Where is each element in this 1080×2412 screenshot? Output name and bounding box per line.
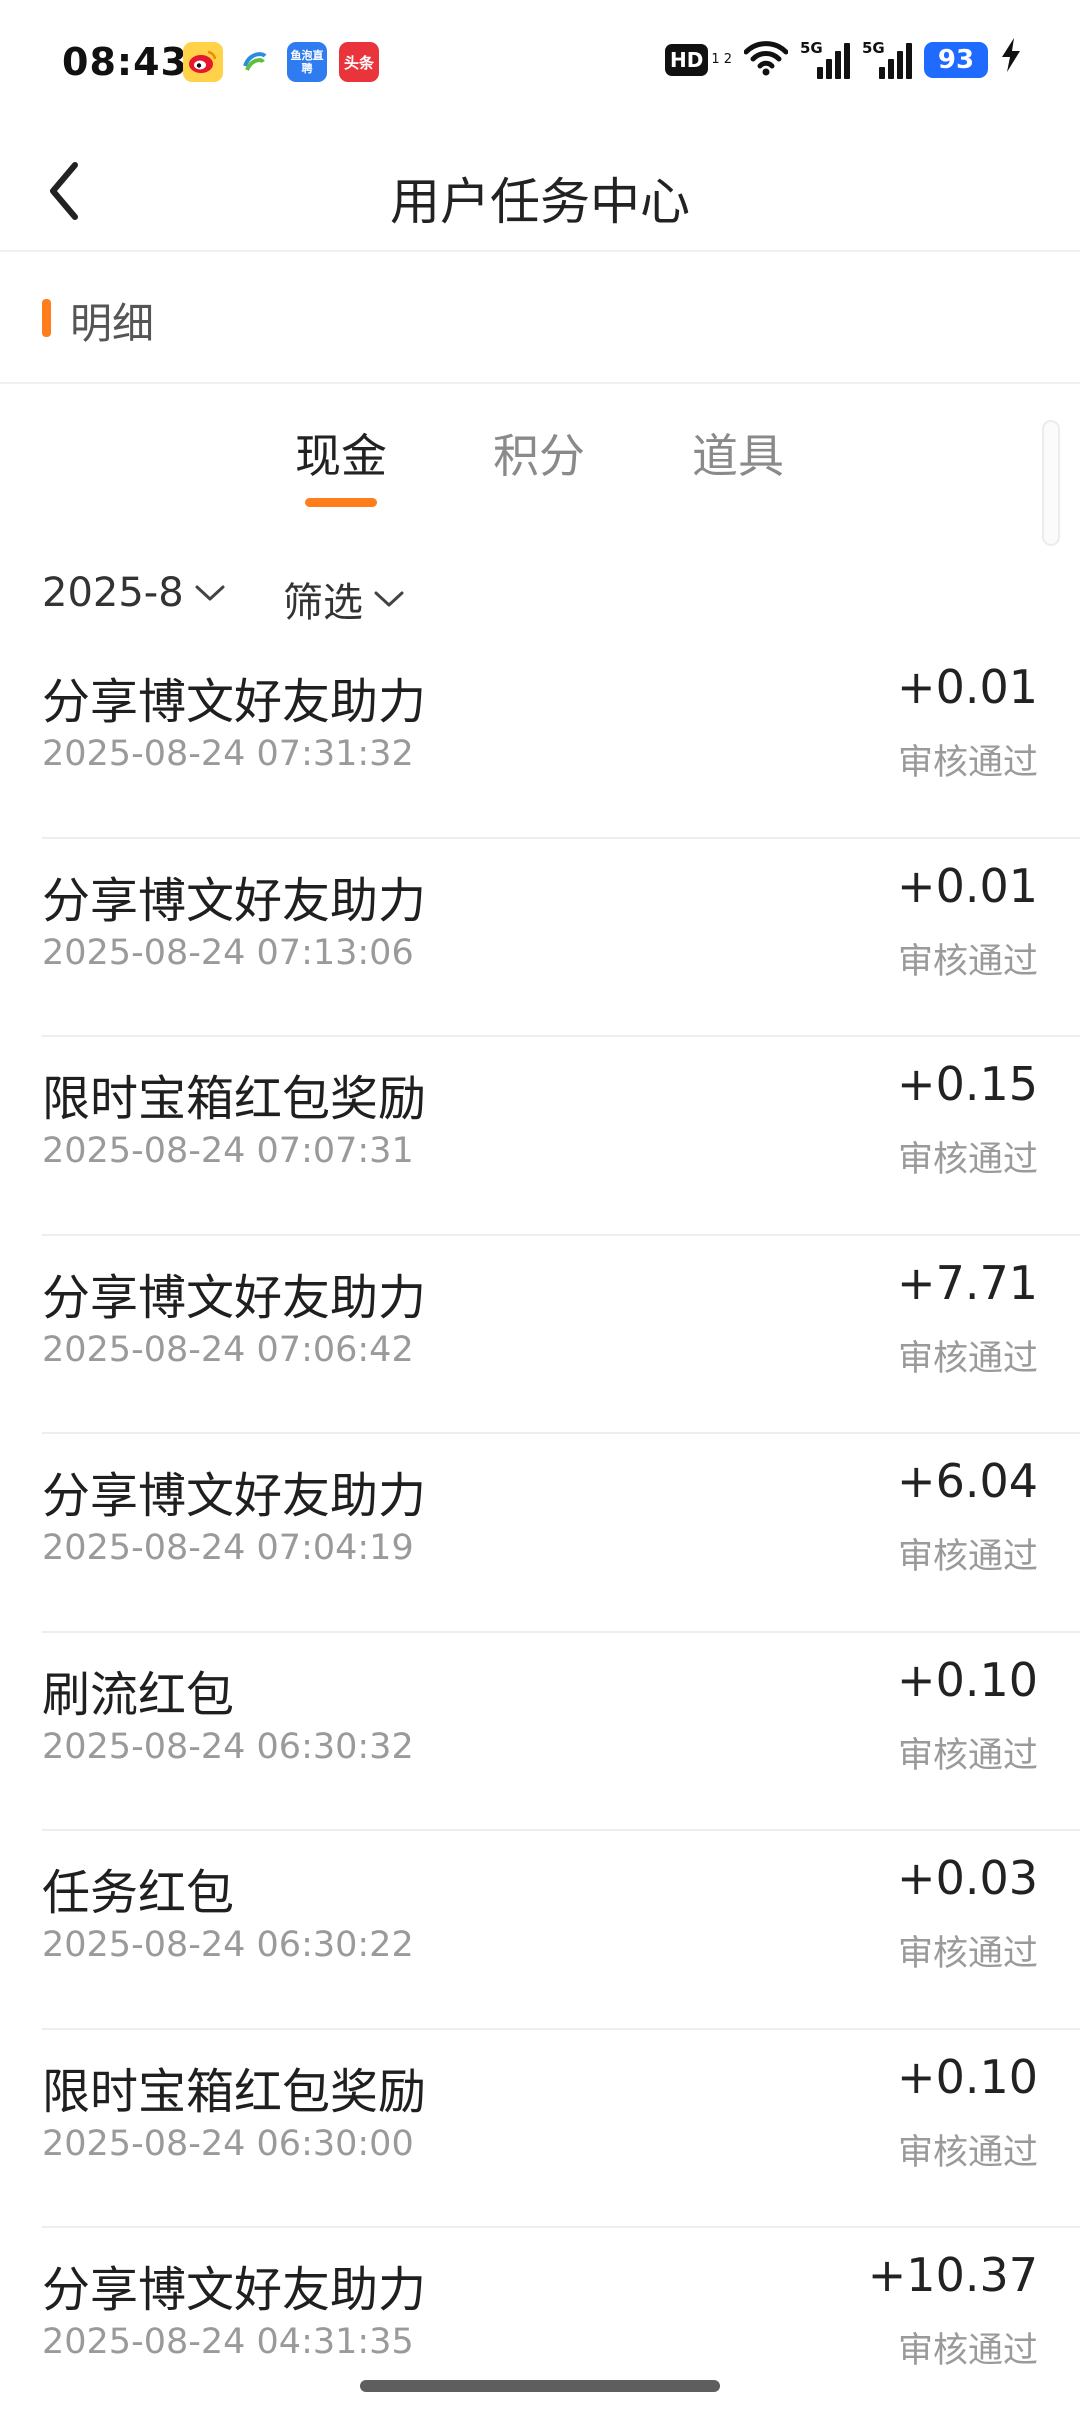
month-selector[interactable]: 2025-8 bbox=[42, 570, 226, 616]
record-status: 审核通过 bbox=[897, 1338, 1038, 1379]
record-amount: +0.01 bbox=[897, 660, 1038, 714]
battery-icon: 93 bbox=[924, 41, 988, 78]
status-bar: 08:43 鱼泡直聘 头条 HD 1 2 5G 5G 93 bbox=[0, 0, 1080, 120]
list-item[interactable]: 限时宝箱红包奖励 2025-08-24 07:07:31 +0.15 审核通过 bbox=[42, 1037, 1080, 1236]
record-time: 2025-08-24 06:30:00 bbox=[42, 2123, 414, 2164]
record-status: 审核通过 bbox=[897, 2331, 1038, 2371]
list-item[interactable]: 刷流红包 2025-08-24 06:30:32 +0.10 审核通过 bbox=[42, 1633, 1080, 1831]
section-header: 明细 bbox=[0, 254, 1080, 384]
record-title: 任务红包 bbox=[42, 1865, 235, 1921]
tab-cash[interactable]: 现金 bbox=[271, 420, 411, 486]
record-title: 刷流红包 bbox=[42, 1666, 235, 1723]
list-item[interactable]: 限时宝箱红包奖励 2025-08-24 06:30:00 +0.10 审核通过 bbox=[42, 2030, 1080, 2228]
record-title: 限时宝箱红包奖励 bbox=[42, 1071, 427, 1127]
tab-points[interactable]: 积分 bbox=[469, 420, 609, 486]
record-amount: +6.04 bbox=[897, 1454, 1038, 1508]
list-item[interactable]: 任务红包 2025-08-24 06:30:22 +0.03 审核通过 bbox=[42, 1831, 1080, 2030]
record-status: 审核通过 bbox=[897, 1537, 1038, 1577]
tab-bar: 现金 积分 道具 bbox=[0, 384, 1080, 524]
record-amount: +0.10 bbox=[897, 2049, 1038, 2104]
yupao-live-icon: 鱼泡直聘 bbox=[287, 42, 327, 82]
china-mobile-icon bbox=[235, 42, 275, 82]
record-time: 2025-08-24 07:07:31 bbox=[42, 1131, 414, 1171]
cellular-signal-icon: 5G bbox=[862, 39, 912, 81]
record-time: 2025-08-24 04:31:35 bbox=[42, 2322, 414, 2362]
record-time: 2025-08-24 06:30:22 bbox=[42, 1925, 414, 1965]
home-indicator[interactable] bbox=[360, 2380, 720, 2392]
record-title: 分享博文好友助力 bbox=[42, 872, 427, 929]
list-item[interactable]: 分享博文好友助力 2025-08-24 07:13:06 +0.01 审核通过 bbox=[42, 839, 1080, 1037]
clock: 08:43 bbox=[62, 40, 188, 84]
month-value: 2025-8 bbox=[42, 570, 184, 616]
weibo-icon bbox=[183, 42, 223, 82]
record-amount: +0.03 bbox=[897, 1851, 1038, 1905]
chevron-down-icon bbox=[195, 585, 225, 601]
record-status: 审核通过 bbox=[897, 1934, 1038, 1974]
record-time: 2025-08-24 07:06:42 bbox=[42, 1329, 414, 1370]
record-status: 审核通过 bbox=[897, 743, 1038, 783]
filter-bar: 2025-8 筛选 bbox=[0, 560, 1080, 640]
record-amount: +0.15 bbox=[897, 1057, 1038, 1111]
record-title: 限时宝箱红包奖励 bbox=[42, 2063, 427, 2120]
record-time: 2025-08-24 07:13:06 bbox=[42, 932, 414, 973]
list-item[interactable]: 分享博文好友助力 2025-08-24 07:04:19 +6.04 审核通过 bbox=[42, 1434, 1080, 1633]
chevron-down-icon bbox=[374, 591, 404, 607]
record-title: 分享博文好友助力 bbox=[42, 674, 427, 730]
record-time: 2025-08-24 07:31:32 bbox=[42, 734, 414, 774]
page-title: 用户任务中心 bbox=[390, 173, 690, 231]
list-item[interactable]: 分享博文好友助力 2025-08-24 07:06:42 +7.71 审核通过 bbox=[42, 1236, 1080, 1434]
section-accent-bar bbox=[42, 299, 51, 337]
record-title: 分享博文好友助力 bbox=[42, 2262, 427, 2318]
scrollbar[interactable] bbox=[1042, 420, 1060, 546]
hd-voice-indicator: HD 1 2 bbox=[664, 43, 732, 76]
filter-dropdown[interactable]: 筛选 bbox=[283, 570, 405, 628]
record-title: 分享博文好友助力 bbox=[42, 1468, 427, 1524]
section-label: 明细 bbox=[70, 299, 155, 348]
record-status: 审核通过 bbox=[897, 2132, 1038, 2173]
record-title: 分享博文好友助力 bbox=[42, 1269, 427, 1326]
record-amount: +0.10 bbox=[897, 1652, 1038, 1707]
record-time: 2025-08-24 07:04:19 bbox=[42, 1528, 414, 1568]
active-tab-indicator bbox=[305, 498, 377, 507]
wifi-icon bbox=[743, 40, 789, 80]
record-status: 审核通过 bbox=[897, 941, 1038, 982]
cellular-signal-icon: 5G bbox=[800, 39, 850, 81]
record-time: 2025-08-24 06:30:32 bbox=[42, 1726, 414, 1767]
record-amount: +0.01 bbox=[897, 858, 1038, 913]
app-header: 用户任务中心 bbox=[0, 130, 1080, 252]
list-item[interactable]: 分享博文好友助力 2025-08-24 07:31:32 +0.01 审核通过 bbox=[42, 640, 1080, 839]
toutiao-icon: 头条 bbox=[339, 42, 379, 82]
records-list: 分享博文好友助力 2025-08-24 07:31:32 +0.01 审核通过 分享博文… bbox=[0, 640, 1080, 2412]
notification-icons: 鱼泡直聘 头条 bbox=[183, 42, 379, 82]
record-amount: +10.37 bbox=[867, 2248, 1038, 2302]
tab-props[interactable]: 道具 bbox=[668, 420, 808, 486]
filter-label: 筛选 bbox=[283, 580, 363, 626]
charging-icon bbox=[1000, 38, 1022, 81]
record-amount: +7.71 bbox=[897, 1255, 1038, 1310]
screen: 08:43 鱼泡直聘 头条 HD 1 2 5G 5G 93 用户任务中心 明细 … bbox=[0, 0, 1080, 2412]
system-icons: HD 1 2 5G 5G 93 bbox=[664, 38, 1022, 81]
record-status: 审核通过 bbox=[897, 1735, 1038, 1776]
record-status: 审核通过 bbox=[897, 1140, 1038, 1180]
